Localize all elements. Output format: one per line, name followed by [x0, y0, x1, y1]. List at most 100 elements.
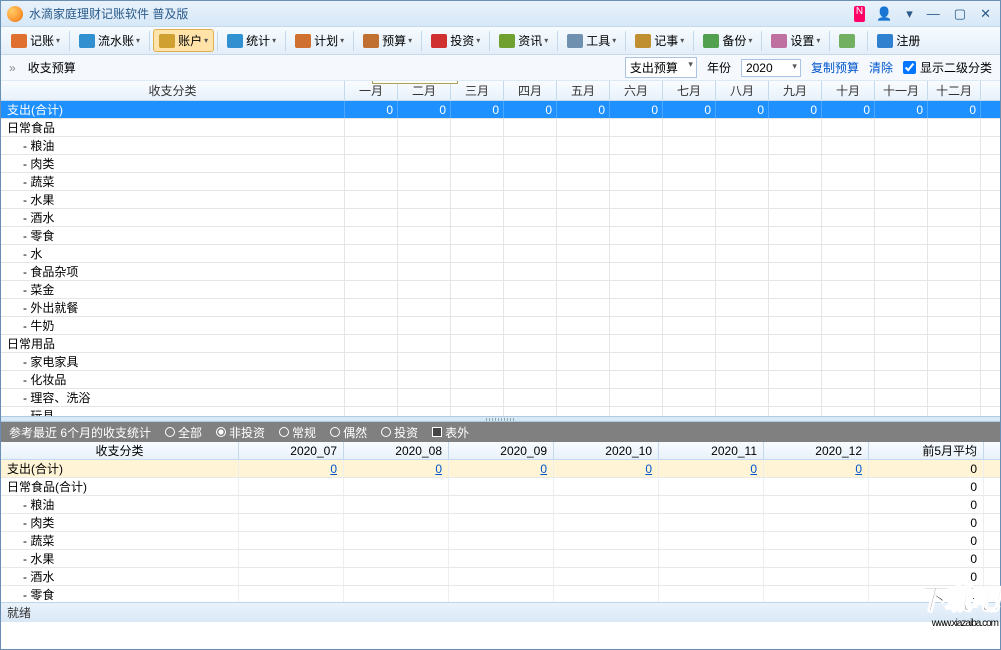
toolbar-工具[interactable]: 工具▾	[561, 29, 622, 52]
copy-budget-link[interactable]: 复制预算	[811, 59, 859, 76]
toolbar-资讯[interactable]: 资讯▾	[493, 29, 554, 52]
minimize-button[interactable]: —	[924, 6, 943, 22]
col-category[interactable]: 收支分类	[1, 442, 239, 459]
toolbar-投资[interactable]: 投资▾	[425, 29, 486, 52]
col-month[interactable]: 九月	[769, 81, 822, 100]
budget-grid-body[interactable]: 支出(合计)000000000000日常食品- 粮油- 肉类- 蔬菜- 水果- …	[1, 101, 1000, 416]
user-icon[interactable]: 👤	[873, 6, 895, 22]
toolbar-icon	[567, 34, 583, 48]
table-row[interactable]: - 玩具	[1, 407, 1000, 416]
window-title: 水滴家庭理财记账软件 普及版	[29, 5, 188, 22]
table-row[interactable]: 日常食品	[1, 119, 1000, 137]
table-row[interactable]: - 酒水0	[1, 568, 1000, 586]
col-period[interactable]: 2020_12	[764, 442, 869, 459]
toolbar-备份[interactable]: 备份▾	[697, 29, 758, 52]
checkbox-icon	[432, 427, 442, 437]
table-row[interactable]: - 菜金	[1, 281, 1000, 299]
table-row[interactable]: - 牛奶	[1, 317, 1000, 335]
chevron-down-icon: ▾	[748, 36, 752, 45]
col-category[interactable]: 收支分类	[1, 81, 345, 100]
toolbar-注册[interactable]: 注册	[871, 29, 926, 52]
reference-grid-body[interactable]: 支出(合计)0000000日常食品(合计)0- 粮油0- 肉类0- 蔬菜0- 水…	[1, 460, 1000, 602]
toolbar-记事[interactable]: 记事▾	[629, 29, 690, 52]
table-row[interactable]: - 家电家具	[1, 353, 1000, 371]
toolbar-账户[interactable]: 账户▾	[153, 29, 214, 52]
toolbar-设置[interactable]: 设置▾	[765, 29, 826, 52]
radio-投资[interactable]: 投资	[381, 424, 418, 441]
tooltip: 制定收支预算	[372, 81, 458, 84]
table-row[interactable]: 支出(合计)000000000000	[1, 101, 1000, 119]
titlebar: 水滴家庭理财记账软件 普及版 N 👤 ▾ — ▢ ✕	[1, 1, 1000, 27]
table-row[interactable]: - 肉类0	[1, 514, 1000, 532]
budget-grid: 制定收支预算 收支分类一月二月三月四月五月六月七月八月九月十月十一月十二月 支出…	[1, 81, 1000, 416]
budget-type-dropdown[interactable]: 支出预算	[625, 57, 697, 78]
toolbar-统计[interactable]: 统计▾	[221, 29, 282, 52]
chevron-down-icon: ▾	[612, 36, 616, 45]
col-period[interactable]: 2020_11	[659, 442, 764, 459]
collapse-icon[interactable]: »	[9, 61, 14, 75]
col-month[interactable]: 十一月	[875, 81, 928, 100]
toolbar-icon	[499, 34, 515, 48]
radio-常规[interactable]: 常规	[279, 424, 316, 441]
table-row[interactable]: 支出(合计)0000000	[1, 460, 1000, 478]
toolbar-预算[interactable]: 预算▾	[357, 29, 418, 52]
col-month[interactable]: 八月	[716, 81, 769, 100]
maximize-button[interactable]: ▢	[951, 6, 969, 22]
radio-全部[interactable]: 全部	[165, 424, 202, 441]
clear-link[interactable]: 清除	[869, 59, 893, 76]
table-row[interactable]: - 蔬菜0	[1, 532, 1000, 550]
table-row[interactable]: - 肉类	[1, 155, 1000, 173]
table-row[interactable]: - 化妆品	[1, 371, 1000, 389]
col-month[interactable]: 十月	[822, 81, 875, 100]
table-row[interactable]: - 理容、洗浴	[1, 389, 1000, 407]
table-row[interactable]: 日常用品	[1, 335, 1000, 353]
toolbar-icon	[227, 34, 243, 48]
table-row[interactable]: - 水	[1, 245, 1000, 263]
col-period[interactable]: 2020_08	[344, 442, 449, 459]
table-row[interactable]: - 水果	[1, 191, 1000, 209]
radio-偶然[interactable]: 偶然	[330, 424, 367, 441]
col-month[interactable]: 七月	[663, 81, 716, 100]
table-row[interactable]: - 外出就餐	[1, 299, 1000, 317]
table-row[interactable]: - 食品杂项	[1, 263, 1000, 281]
col-period[interactable]: 2020_07	[239, 442, 344, 459]
toolbar-icon	[635, 34, 651, 48]
col-period[interactable]: 2020_09	[449, 442, 554, 459]
table-row[interactable]: - 粮油	[1, 137, 1000, 155]
toolbar-icon	[79, 34, 95, 48]
table-row[interactable]: - 零食0	[1, 586, 1000, 602]
col-month[interactable]: 十二月	[928, 81, 981, 100]
toolbar-icon	[703, 34, 719, 48]
horizontal-splitter[interactable]	[1, 416, 1000, 422]
toolbar-icon	[877, 34, 893, 48]
radio-icon	[216, 427, 226, 437]
table-row[interactable]: 日常食品(合计)0	[1, 478, 1000, 496]
year-dropdown[interactable]: 2020	[741, 59, 801, 77]
table-row[interactable]: - 酒水	[1, 209, 1000, 227]
col-month[interactable]: 五月	[557, 81, 610, 100]
checkbox-offbook[interactable]: 表外	[432, 424, 469, 441]
col-avg[interactable]: 前5月平均	[869, 442, 984, 459]
table-row[interactable]: - 水果0	[1, 550, 1000, 568]
chevron-down-icon: ▾	[204, 36, 208, 45]
radio-非投资[interactable]: 非投资	[216, 424, 265, 441]
separator-icon: ▾	[903, 6, 916, 22]
new-badge-icon[interactable]: N	[854, 6, 865, 22]
close-button[interactable]: ✕	[977, 6, 994, 22]
col-month[interactable]: 六月	[610, 81, 663, 100]
table-row[interactable]: - 零食	[1, 227, 1000, 245]
col-month[interactable]: 三月	[451, 81, 504, 100]
toolbar-流水账[interactable]: 流水账▾	[73, 29, 146, 52]
toolbar-记账[interactable]: 记账▾	[5, 29, 66, 52]
table-row[interactable]: - 粮油0	[1, 496, 1000, 514]
col-period[interactable]: 2020_10	[554, 442, 659, 459]
app-icon	[7, 6, 23, 22]
toolbar-item12[interactable]	[833, 31, 864, 51]
toolbar-计划[interactable]: 计划▾	[289, 29, 350, 52]
col-month[interactable]: 四月	[504, 81, 557, 100]
chevron-down-icon: ▾	[408, 36, 412, 45]
table-row[interactable]: - 蔬菜	[1, 173, 1000, 191]
show-subcategory-checkbox[interactable]: 显示二级分类	[903, 59, 992, 76]
chevron-down-icon: ▾	[272, 36, 276, 45]
reference-grid-header: 收支分类2020_072020_082020_092020_102020_112…	[1, 442, 1000, 460]
